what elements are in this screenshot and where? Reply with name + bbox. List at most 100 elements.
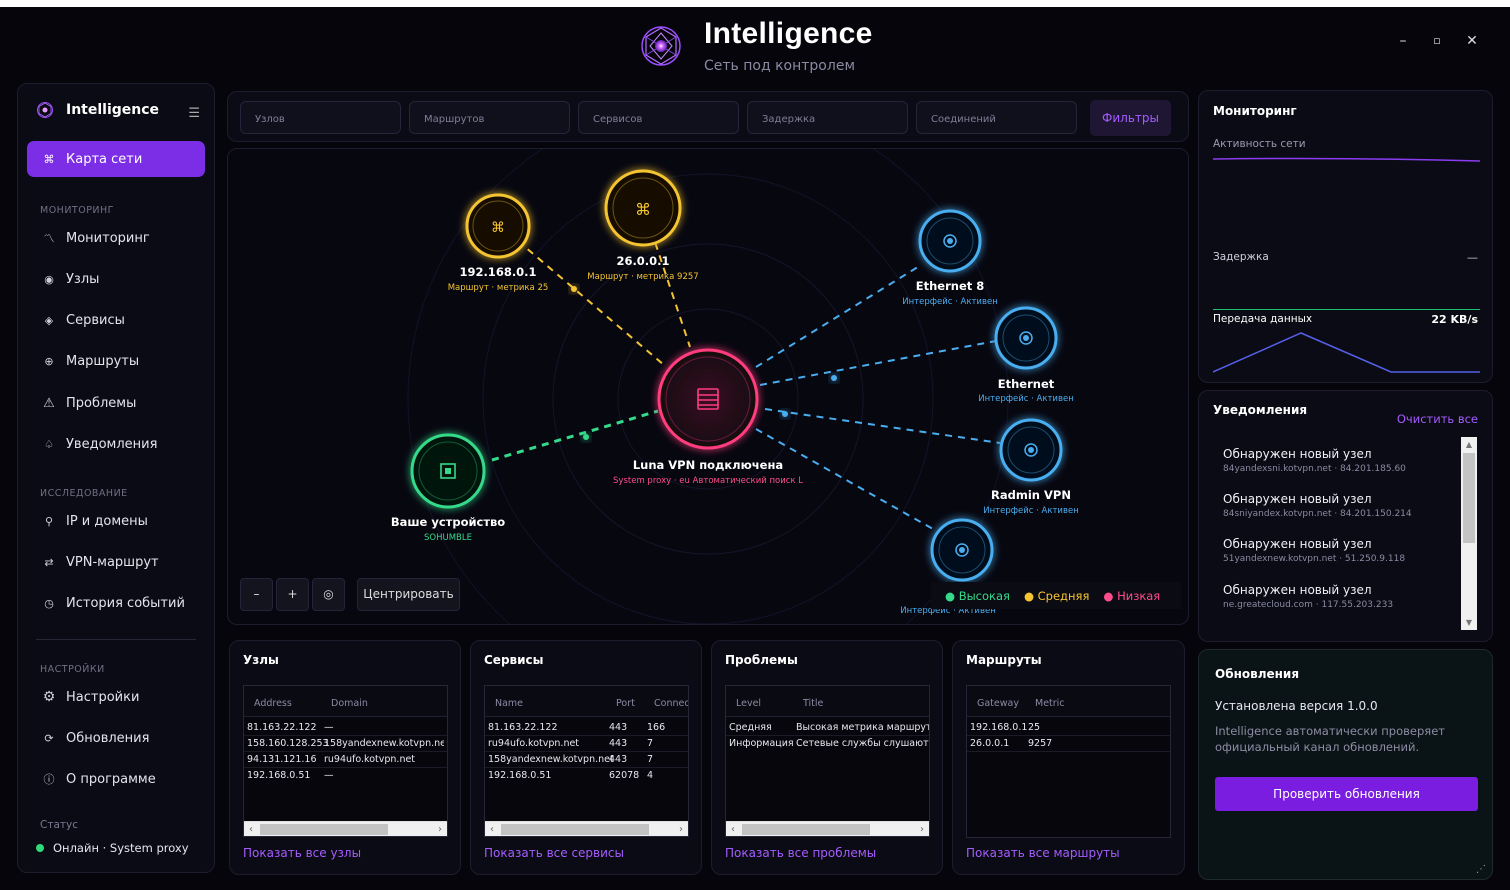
sidebar-item-problems[interactable]: ⚠ Проблемы [27, 385, 205, 421]
column-header[interactable]: Address [254, 698, 292, 709]
maximize-button[interactable]: ▫ [1427, 31, 1447, 51]
column-header[interactable]: Title [803, 698, 823, 709]
column-header[interactable]: Port [616, 698, 635, 709]
routes-table[interactable]: Gateway Metric 192.168.0.1 25 26.0.0.1 9… [966, 685, 1171, 838]
packet-dot [782, 411, 788, 417]
table-header: Gateway Metric [967, 686, 1170, 717]
horizontal-scrollbar[interactable]: ‹ › [726, 821, 929, 836]
stat-services[interactable]: Сервисов [578, 101, 739, 134]
horizontal-scrollbar[interactable]: ‹ › [485, 821, 688, 836]
minimize-button[interactable]: – [1393, 31, 1413, 51]
node-interface-2[interactable] [994, 306, 1058, 370]
routes-card-title: Маршруты [966, 653, 1042, 667]
updates-panel: Обновления Установлена версия 1.0.0 Inte… [1198, 649, 1493, 880]
sidebar-item-about[interactable]: ⓘ О программе [27, 761, 205, 797]
node-device[interactable] [410, 433, 486, 509]
link-interface-1 [755, 264, 922, 368]
table-header: Address Domain [244, 686, 447, 717]
status-indicator: Онлайн · System proxy [36, 841, 189, 855]
node-route-1[interactable]: ⌘ [465, 193, 531, 259]
check-updates-button[interactable]: Проверить обновления [1215, 777, 1478, 811]
close-button[interactable]: ✕ [1462, 31, 1482, 51]
link-device [491, 409, 659, 462]
resize-grip-icon[interactable]: ⋰ [1476, 864, 1486, 875]
sidebar-item-routes[interactable]: ⊕ Маршруты [27, 343, 205, 379]
filters-button[interactable]: Фильтры [1090, 100, 1171, 136]
nodes-card-title: Узлы [243, 653, 279, 667]
column-header[interactable]: Domain [331, 698, 368, 709]
stat-latency[interactable]: Задержка [747, 101, 908, 134]
scroll-up-icon[interactable]: ▲ [1461, 437, 1477, 452]
table-cell: 7 [647, 738, 654, 749]
sidebar-item-ip-domains[interactable]: ⚲ IP и домены [27, 503, 205, 539]
zoom-out-button[interactable]: – [240, 578, 273, 611]
reset-view-button[interactable]: ◎ [312, 578, 345, 611]
clear-all-link[interactable]: Очистить все [1397, 412, 1478, 426]
menu-icon[interactable]: ☰ [188, 106, 200, 121]
show-all-routes-link[interactable]: Показать все маршруты [966, 846, 1120, 860]
table-cell: 192.168.0.1 [970, 722, 1028, 733]
transfer-graph [1213, 332, 1480, 373]
column-header[interactable]: Level [736, 698, 761, 709]
notification-item[interactable]: Обнаружен новый узел ne.greatecloud.com ·… [1223, 583, 1393, 610]
sidebar-item-vpn-route[interactable]: ⇄ VPN-маршрут [27, 544, 205, 580]
node-interface-4[interactable] [930, 518, 994, 582]
notification-item[interactable]: Обнаружен новый узел 51yandexnew.kotvpn.n… [1223, 537, 1405, 564]
interface-node-label: Ethernet 8 [915, 279, 985, 293]
node-center[interactable] [657, 348, 759, 450]
app-logo-icon [641, 26, 681, 66]
stats-bar: Узлов Маршрутов Сервисов Задержка Соедин… [227, 91, 1189, 142]
table-cell: Сетевые службы слушают вс [796, 738, 929, 749]
sidebar-item-updates[interactable]: ⟳ Обновления [27, 720, 205, 756]
table-cell: Информация [729, 738, 794, 749]
sidebar-brand-name: Intelligence [66, 102, 160, 118]
stat-connections[interactable]: Соединений [916, 101, 1077, 134]
horizontal-scrollbar[interactable]: ‹ › [244, 821, 447, 836]
table-cell: 443 [609, 754, 628, 765]
table-cell: Высокая метрика маршрута [796, 722, 929, 733]
problems-card: Проблемы Level Title Средняя Высокая мет… [711, 640, 943, 875]
packet-dot [571, 286, 577, 292]
network-map[interactable]: ⌘ ⌘ Luna VPN подключена System proxy · e… [227, 148, 1189, 625]
sidebar-item-services[interactable]: ◈ Сервисы [27, 302, 205, 338]
scroll-down-icon[interactable]: ▼ [1461, 615, 1477, 630]
services-table[interactable]: Name Port Connec 81.163.22.122 443 166 r… [484, 685, 689, 837]
node-interface-1[interactable] [918, 209, 982, 273]
table-cell: ru94ufo.kotvpn.net [488, 738, 580, 749]
stat-nodes[interactable]: Узлов [240, 101, 401, 134]
notification-item[interactable]: Обнаружен новый узел 84sniyandex.kotvpn.n… [1223, 492, 1412, 519]
updates-description: Intelligence автоматически проверяет офи… [1215, 724, 1445, 754]
app-window: Intelligence Сеть под контролем – ▫ ✕ In… [0, 7, 1510, 890]
sidebar-item-monitoring[interactable]: 〽 Мониторинг [27, 220, 205, 256]
sidebar-item-nodes[interactable]: ◉ Узлы [27, 261, 205, 297]
scrollbar-thumb[interactable] [1463, 453, 1475, 543]
sidebar-item-label: История событий [66, 595, 185, 611]
interface-node-sub: Интерфейс · Активен [983, 506, 1079, 516]
sidebar-item-settings[interactable]: ⚙ Настройки [27, 679, 205, 715]
sidebar-item-label: Обновления [66, 730, 150, 746]
notification-item[interactable]: Обнаружен новый узел 84yandexsni.kotvpn.n… [1223, 447, 1406, 474]
show-all-nodes-link[interactable]: Показать все узлы [243, 846, 361, 860]
show-all-services-link[interactable]: Показать все сервисы [484, 846, 624, 860]
column-header[interactable]: Gateway [977, 698, 1019, 709]
sidebar-item-event-history[interactable]: ◷ История событий [27, 585, 205, 621]
transfer-value: 22 KB/s [1431, 313, 1478, 326]
column-header[interactable]: Connec [654, 698, 688, 709]
column-header[interactable]: Name [495, 698, 523, 709]
stat-routes[interactable]: Маршрутов [409, 101, 570, 134]
zoom-in-button[interactable]: + [276, 578, 309, 611]
nodes-table[interactable]: Address Domain 81.163.22.122 — 158.160.1… [243, 685, 448, 837]
node-route-2[interactable]: ⌘ [604, 169, 682, 247]
node-icon: ◉ [44, 272, 54, 286]
sidebar-item-notifications[interactable]: ♤ Уведомления [27, 426, 205, 462]
notifications-scrollbar[interactable]: ▲ ▼ [1461, 437, 1477, 630]
clock-icon: ◷ [44, 596, 54, 610]
center-button[interactable]: Центрировать [357, 578, 460, 611]
show-all-problems-link[interactable]: Показать все проблемы [725, 846, 876, 860]
node-interface-3[interactable] [999, 418, 1063, 482]
table-cell: 94.131.121.16 [247, 754, 317, 765]
problems-table[interactable]: Level Title Средняя Высокая метрика марш… [725, 685, 930, 837]
app-title: Intelligence [704, 17, 873, 50]
sidebar-item-network-map[interactable]: ⌘ Карта сети [27, 141, 205, 177]
column-header[interactable]: Metric [1035, 698, 1065, 709]
